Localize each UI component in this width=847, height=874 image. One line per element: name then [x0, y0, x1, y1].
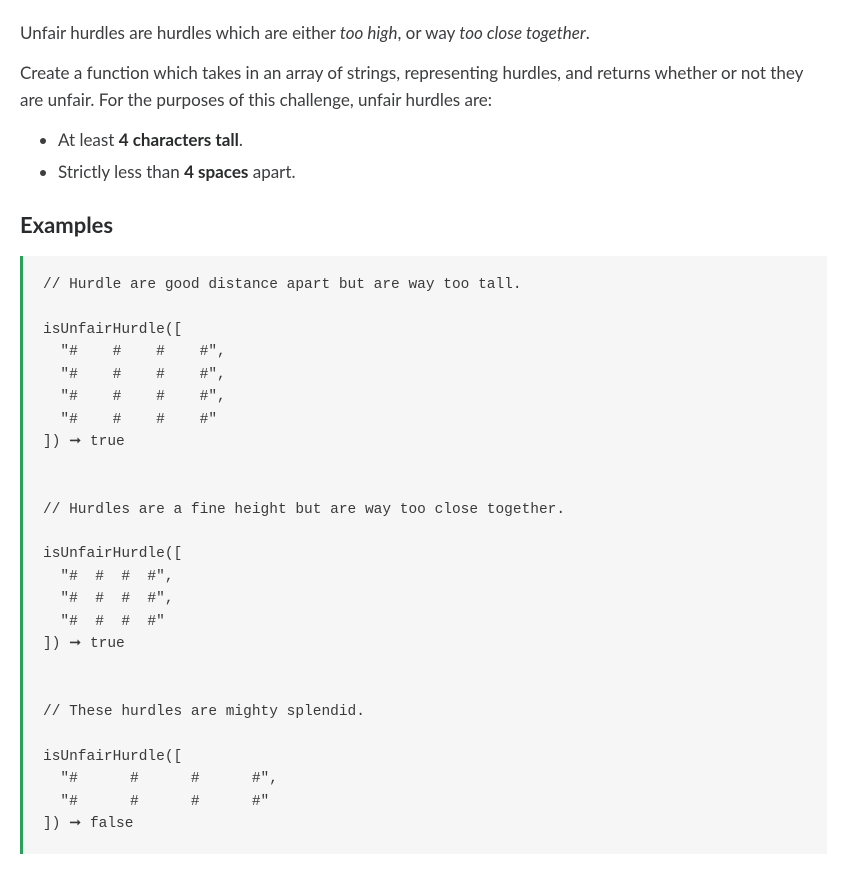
intro-paragraph-1: Unfair hurdles are hurdles which are eit… [20, 20, 827, 46]
bold-text: 4 characters tall [119, 129, 239, 150]
emphasis-too-high: too high [340, 22, 398, 43]
emphasis-too-close: too close together [459, 22, 585, 43]
bold-text: 4 spaces [184, 161, 248, 182]
text-segment: Strictly less than [58, 161, 184, 182]
text-segment: At least [58, 129, 119, 150]
list-item: Strictly less than 4 spaces apart. [58, 159, 827, 185]
criteria-list: At least 4 characters tall. Strictly les… [20, 127, 827, 186]
list-item: At least 4 characters tall. [58, 127, 827, 153]
text-segment: . [239, 129, 243, 150]
text-segment: Unfair hurdles are hurdles which are eit… [20, 22, 340, 43]
text-segment: apart. [248, 161, 295, 182]
text-segment: , or way [397, 22, 459, 43]
intro-paragraph-2: Create a function which takes in an arra… [20, 60, 827, 113]
code-example-block: // Hurdle are good distance apart but ar… [20, 256, 827, 854]
text-segment: . [586, 22, 590, 43]
examples-heading: Examples [20, 208, 827, 242]
